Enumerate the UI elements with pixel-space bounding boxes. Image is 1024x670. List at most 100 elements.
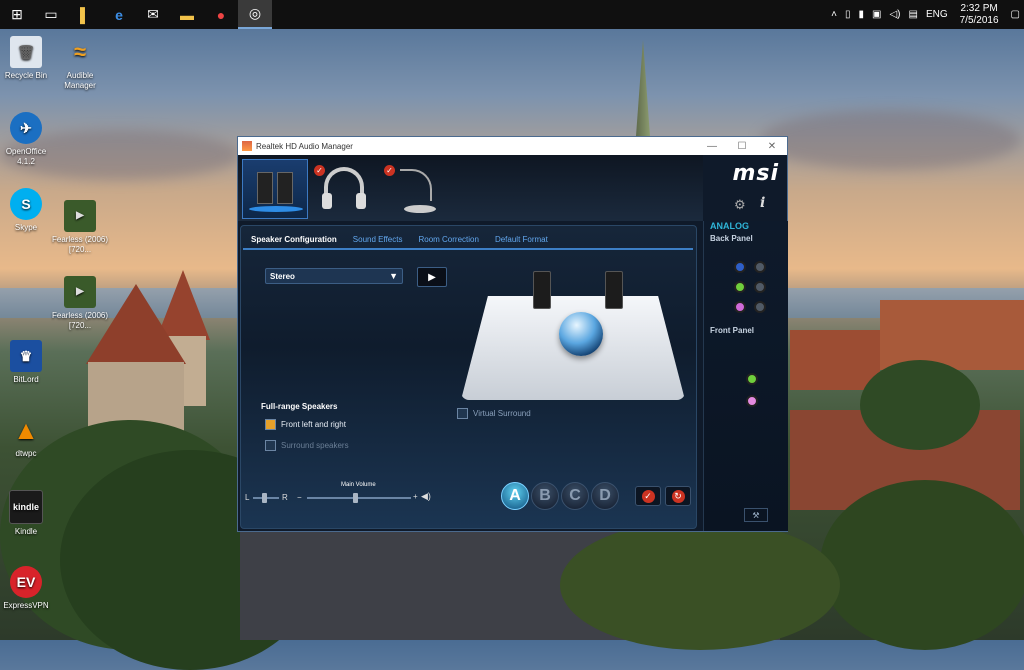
desktop-icon-label: Skype — [14, 223, 38, 232]
window-titlebar[interactable]: Realtek HD Audio Manager — ☐ ✕ — [238, 137, 787, 155]
bitlord-icon: ♛ — [10, 340, 42, 372]
close-button[interactable]: ✕ — [757, 137, 787, 155]
explorer-icon[interactable]: ▬ — [170, 0, 204, 29]
device-microphone-tile[interactable]: ✓ — [382, 159, 448, 219]
preset-a-button[interactable]: A — [501, 482, 529, 510]
right-speaker-icon[interactable] — [605, 271, 623, 309]
recycle-bin-icon: 🗑 — [10, 36, 42, 68]
desktop-icon-audible[interactable]: ≈ Audible Manager — [50, 36, 110, 91]
audio-app-icon[interactable]: ◎ — [238, 0, 272, 29]
desktop-icon-openoffice[interactable]: ✈ OpenOffice 4.1.2 — [0, 112, 56, 167]
audio-manager-window: Realtek HD Audio Manager — ☐ ✕ ✓ ✓ msi ⚙… — [237, 136, 788, 532]
app-icon[interactable]: ● — [204, 0, 238, 29]
jack-blue-icon[interactable] — [734, 261, 746, 273]
desktop-icon-expressvpn[interactable]: EV ExpressVPN — [0, 566, 56, 611]
video-file-icon: ▶ — [64, 200, 96, 232]
microphone-icon — [400, 169, 432, 201]
info-icon[interactable]: i — [760, 195, 765, 211]
language-indicator[interactable]: ENG — [926, 9, 948, 20]
tab-bar: Speaker Configuration Sound Effects Room… — [243, 230, 693, 250]
desktop-icon-label: Audible Manager — [64, 71, 96, 90]
power-icon[interactable]: ▮ — [858, 9, 864, 20]
system-tray: ˄ ▯ ▮ ▣ ◁) ▤ ENG 2:32 PM 7/5/2016 ▢ — [827, 0, 1024, 29]
left-speaker-icon[interactable] — [533, 271, 551, 309]
desktop-icon-skype[interactable]: S Skype — [0, 188, 56, 233]
jack-gray-icon[interactable] — [754, 261, 766, 273]
speaker-config-select[interactable]: Stereo ▼ — [265, 268, 403, 284]
start-icon[interactable]: ⊞ — [0, 0, 34, 29]
preset-b-button[interactable]: B — [531, 482, 559, 510]
surround-speakers-label: Surround speakers — [281, 441, 349, 450]
refresh-icon: ↻ — [671, 489, 685, 503]
chevron-up-icon[interactable]: ˄ — [831, 9, 837, 20]
listener-sphere — [559, 312, 603, 356]
desktop-icon-recycle-bin[interactable]: 🗑 Recycle Bin — [0, 36, 56, 81]
wrench-icon[interactable]: ⚒ — [744, 508, 768, 522]
expressvpn-icon: EV — [10, 566, 42, 598]
preset-c-button[interactable]: C — [561, 482, 589, 510]
usb-icon[interactable]: ▯ — [845, 9, 851, 20]
main-volume-knob[interactable] — [353, 493, 358, 503]
volume-icon[interactable]: ◁) — [889, 9, 900, 20]
task-view-icon[interactable]: ▭ — [34, 0, 68, 29]
jack-gray-icon[interactable] — [754, 301, 766, 313]
dropdown-arrow-icon: ▼ — [389, 271, 398, 281]
tab-default-format[interactable]: Default Format — [487, 235, 556, 244]
main-volume-label: Main Volume — [341, 482, 376, 488]
desktop-icon-label: Kindle — [14, 527, 38, 536]
apply-button[interactable]: ✓ — [635, 486, 661, 506]
minimize-button[interactable]: — — [697, 137, 727, 155]
jack-pink-icon[interactable] — [734, 301, 746, 313]
desktop-icon-label: Recycle Bin — [4, 71, 48, 80]
jack-gray-icon[interactable] — [754, 281, 766, 293]
notification-icon[interactable]: ▢ — [1011, 9, 1020, 20]
jack-green-icon[interactable] — [746, 373, 758, 385]
jack-green-icon[interactable] — [734, 281, 746, 293]
play-test-button[interactable]: ▶ — [417, 267, 447, 287]
virtual-surround-label: Virtual Surround — [473, 409, 531, 418]
balance-right-label: R — [282, 493, 288, 502]
settings-gear-icon[interactable]: ⚙ — [734, 197, 746, 213]
maximize-button[interactable]: ☐ — [727, 137, 757, 155]
front-panel-label: Front Panel — [710, 326, 755, 335]
skype-icon: S — [10, 188, 42, 220]
speaker-volume-icon[interactable]: ◀) — [421, 491, 431, 502]
preset-d-button[interactable]: D — [591, 482, 619, 510]
back-panel-label: Back Panel — [710, 234, 753, 243]
main-panel: Speaker Configuration Sound Effects Room… — [240, 225, 697, 529]
balance-knob[interactable] — [262, 493, 267, 503]
message-icon[interactable]: ▤ — [908, 9, 917, 20]
msi-logo: msi — [732, 161, 779, 186]
desktop-icon-bitlord[interactable]: ♛ BitLord — [0, 340, 56, 385]
front-lr-label: Front left and right — [281, 420, 346, 429]
mail-icon[interactable]: ✉ — [136, 0, 170, 29]
network-icon[interactable]: ▣ — [872, 9, 881, 20]
tab-speaker-configuration[interactable]: Speaker Configuration — [243, 235, 345, 244]
tab-room-correction[interactable]: Room Correction — [410, 235, 486, 244]
desktop-icon-kindle[interactable]: kindle Kindle — [0, 490, 56, 537]
file-icon[interactable]: ▌ — [68, 0, 102, 29]
connector-panel: ANALOG Back Panel Front Panel ⚒ — [703, 221, 788, 531]
desktop-icon-video-1[interactable]: ▶ Fearless (2006) [720... — [50, 200, 110, 255]
desktop-icon-label: OpenOffice 4.1.2 — [5, 147, 47, 166]
device-strip: ✓ ✓ — [238, 155, 703, 221]
device-speakers-tile[interactable] — [242, 159, 308, 219]
reset-button[interactable]: ↻ — [665, 486, 691, 506]
front-lr-checkbox[interactable]: Front left and right — [265, 419, 346, 430]
virtual-surround-checkbox[interactable]: Virtual Surround — [457, 408, 531, 419]
volume-plus-label: + — [413, 492, 418, 501]
jack-pink-icon[interactable] — [746, 395, 758, 407]
main-volume-slider[interactable] — [307, 497, 411, 499]
window-title: Realtek HD Audio Manager — [256, 141, 353, 151]
audible-icon: ≈ — [73, 39, 87, 64]
check-icon: ✓ — [641, 489, 655, 503]
edge-icon[interactable]: e — [102, 0, 136, 29]
tab-sound-effects[interactable]: Sound Effects — [345, 235, 411, 244]
desktop-icon-video-2[interactable]: ▶ Fearless (2006) [720... — [50, 276, 110, 331]
desktop-icon-label: ExpressVPN — [3, 601, 49, 610]
device-headphones-tile[interactable]: ✓ — [312, 159, 378, 219]
clock-date: 7/5/2016 — [959, 14, 999, 26]
speaker-config-value: Stereo — [270, 271, 295, 281]
clock[interactable]: 2:32 PM 7/5/2016 — [960, 3, 999, 27]
desktop-icon-vlc[interactable]: ▲ dtwpc — [0, 414, 56, 459]
